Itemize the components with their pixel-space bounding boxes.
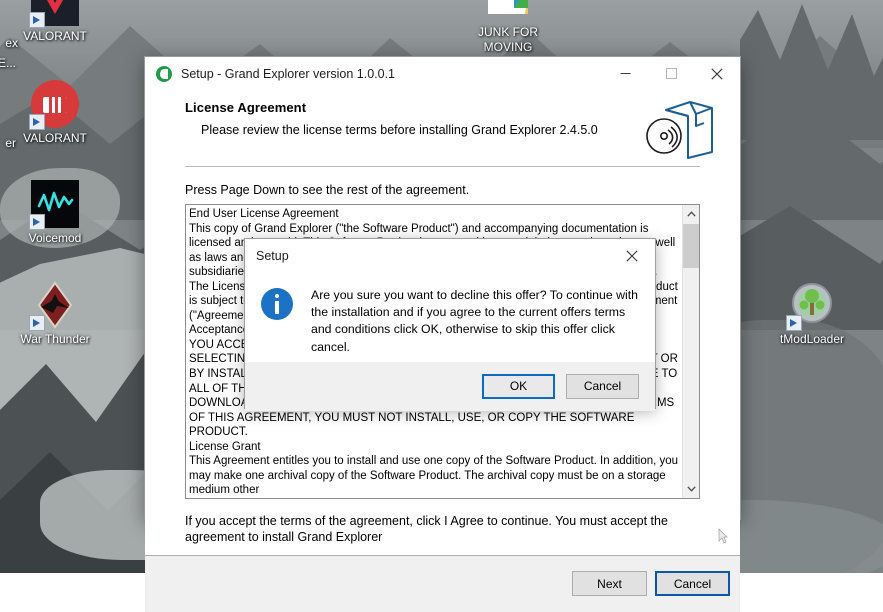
accept-terms-note: If you accept the terms of the agreement… [185, 513, 668, 544]
next-button[interactable]: Next [572, 571, 647, 597]
software-box-cd-icon [638, 96, 720, 160]
dialog-cancel-button[interactable]: Cancel [566, 373, 639, 399]
desktop-icon-tmodloader[interactable]: tModLoader [764, 281, 860, 346]
desktop-icon-valorant-tile[interactable]: VALORANT [7, 0, 103, 43]
valorant-tile-icon [29, 0, 79, 28]
mouse-cursor [718, 528, 728, 544]
war-thunder-icon [29, 281, 79, 331]
minimize-button[interactable] [602, 57, 648, 90]
desktop-partial-label-2: E... [0, 56, 16, 70]
shortcut-arrow-icon [29, 315, 45, 331]
shortcut-arrow-icon [29, 114, 45, 130]
dialog-close-button[interactable] [609, 239, 655, 272]
folder-icon [484, 0, 532, 22]
tmodloader-icon [786, 281, 836, 331]
desktop-icon-junk-for-moving[interactable]: JUNK FOR MOVING [460, 0, 556, 55]
confirm-dialog: Setup Are you sure you want to decline t… [244, 238, 656, 411]
setup-titlebar[interactable]: Setup - Grand Explorer version 1.0.0.1 [145, 57, 740, 91]
dialog-titlebar[interactable]: Setup [245, 239, 655, 272]
desktop-icon-voicemod[interactable]: Voicemod [7, 180, 103, 245]
shortcut-arrow-icon [29, 214, 45, 230]
dialog-body: Are you sure you want to decline this of… [245, 272, 655, 362]
close-icon [711, 67, 723, 80]
info-icon [261, 288, 293, 320]
minimize-icon [620, 73, 630, 74]
page-subtitle: Please review the license terms before i… [201, 123, 598, 137]
close-icon [626, 249, 638, 262]
license-scrollbar[interactable] [682, 205, 699, 498]
scrollbar-thumb[interactable] [682, 224, 699, 268]
dialog-message: Are you sure you want to decline this of… [311, 288, 638, 354]
chevron-up-icon[interactable] [683, 205, 700, 222]
dialog-title: Setup [256, 248, 289, 263]
maximize-button[interactable] [648, 57, 694, 90]
riot-fist-icon [29, 80, 79, 130]
divider [185, 166, 700, 167]
page-down-hint: Press Page Down to see the rest of the a… [185, 183, 470, 197]
voicemod-icon [29, 180, 79, 230]
dialog-footer: OK Cancel [245, 361, 655, 411]
desktop-icon-valorant-riot[interactable]: VALORANT [7, 80, 103, 145]
chevron-down-icon[interactable] [683, 481, 700, 498]
cancel-button[interactable]: Cancel [655, 571, 730, 597]
scrollbar-track[interactable] [682, 222, 699, 481]
setup-footer: Next Cancel [145, 554, 740, 612]
grand-explorer-icon [156, 65, 172, 82]
desktop-icon-war-thunder[interactable]: War Thunder [7, 281, 103, 346]
ok-button[interactable]: OK [482, 373, 555, 399]
shortcut-arrow-icon [29, 12, 45, 28]
maximize-icon [665, 68, 677, 79]
setup-hero: License Agreement Please review the lice… [145, 91, 740, 160]
close-button[interactable] [694, 57, 740, 90]
page-title: License Agreement [185, 100, 307, 115]
shortcut-arrow-icon [786, 315, 802, 331]
setup-window-title: Setup - Grand Explorer version 1.0.0.1 [181, 66, 396, 81]
